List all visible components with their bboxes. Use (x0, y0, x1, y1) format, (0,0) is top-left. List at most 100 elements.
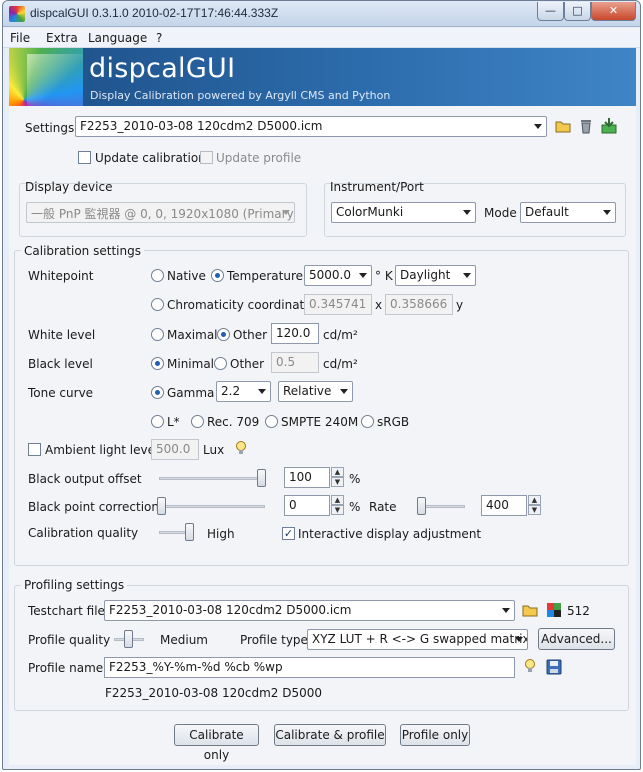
title-bar[interactable]: dispcalGUI 0.3.1.0 2010-02-17T17:46:44.3… (3, 1, 640, 27)
srgb-radio[interactable] (361, 415, 374, 428)
mode-select[interactable]: Default (520, 202, 616, 223)
profile-name-input[interactable]: F2253_%Y-%m-%d %cb %wp (104, 657, 515, 678)
lstar-radio[interactable] (151, 415, 164, 428)
save-icon[interactable] (545, 658, 563, 676)
whitepoint-temperature-radio[interactable] (211, 269, 224, 282)
whitepoint-label: Whitepoint (28, 269, 94, 283)
black-point-correction-spinner[interactable]: ▲ ▼ (331, 495, 344, 516)
rate-input[interactable]: 400 (481, 495, 527, 516)
whitepoint-native-radio[interactable] (151, 269, 164, 282)
profile-quality-thumb[interactable] (124, 630, 133, 648)
profile-type-select[interactable]: XYZ LUT + R <-> G swapped matrix (307, 629, 528, 650)
gamma-select[interactable]: 2.2 (216, 381, 271, 402)
whitepoint-temperature-label: Temperature (227, 269, 304, 283)
gamma-type-select[interactable]: Relative (278, 381, 353, 402)
profile-type-label: Profile type (240, 633, 308, 647)
minimize-button[interactable]: — (537, 2, 564, 21)
instrument-select[interactable]: ColorMunki (331, 202, 476, 223)
black-output-offset-input[interactable]: 100 (284, 467, 330, 488)
menu-help[interactable]: ? (156, 31, 162, 45)
calibration-quality-thumb[interactable] (185, 523, 194, 541)
testchart-label: Testchart file (28, 604, 105, 618)
menu-file[interactable]: File (10, 31, 30, 45)
chromaticity-x-input[interactable]: 0.345741 (304, 294, 372, 315)
update-profile-checkbox[interactable] (200, 151, 213, 164)
smpte-radio[interactable] (265, 415, 278, 428)
black-level-other-label: Other (230, 357, 265, 371)
testchart-patch-count: 512 (567, 604, 590, 618)
black-output-offset-thumb[interactable] (257, 469, 266, 487)
black-output-offset-spinner[interactable]: ▲ ▼ (331, 467, 344, 488)
gamma-type-value: Relative (283, 384, 332, 398)
black-point-correction-thumb[interactable] (157, 497, 166, 515)
profile-only-button[interactable]: Profile only (400, 724, 470, 746)
save-profile-icon[interactable] (600, 117, 618, 135)
black-level-minimal-label: Minimal (167, 357, 215, 371)
white-level-label: White level (28, 328, 96, 342)
rate-thumb[interactable] (417, 497, 426, 515)
temperature-input[interactable]: 5000.0 (304, 265, 372, 286)
profile-type-value: XYZ LUT + R <-> G swapped matrix (312, 632, 528, 646)
testchart-select[interactable]: F2253_2010-03-08 120cdm2 D5000.icm (104, 600, 515, 621)
mode-value: Default (525, 205, 569, 219)
rate-label: Rate (369, 500, 397, 514)
update-calibration-label: Update calibration (95, 151, 206, 165)
rate-spinner[interactable]: ▲ ▼ (528, 495, 541, 516)
white-level-maximal-radio[interactable] (151, 328, 164, 341)
instrument-label: Instrument/Port (330, 180, 424, 194)
srgb-label: sRGB (377, 415, 410, 429)
close-button[interactable]: ✕ (591, 2, 636, 21)
testchart-editor-icon[interactable] (545, 601, 563, 619)
gamma-label: Gamma (167, 386, 215, 400)
header-banner: dispcalGUI Display Calibration powered b… (9, 48, 636, 106)
calibration-quality-value: High (207, 527, 235, 541)
window-title: dispcalGUI 0.3.1.0 2010-02-17T17:46:44.3… (30, 6, 279, 20)
folder-icon[interactable] (554, 117, 572, 135)
profile-name-info-icon[interactable] (523, 658, 537, 674)
temperature-value: 5000.0 (309, 268, 351, 282)
update-calibration-checkbox[interactable] (78, 151, 91, 164)
ambient-label: Ambient light level (45, 443, 159, 457)
maximize-button[interactable]: □ (564, 2, 591, 21)
banner-title: dispcalGUI (89, 53, 236, 84)
banner-subtitle: Display Calibration powered by Argyll CM… (90, 89, 391, 102)
temperature-type-select[interactable]: Daylight (395, 265, 476, 286)
white-level-unit: cd/m² (323, 328, 358, 342)
calibrate-and-profile-button[interactable]: Calibrate & profile (274, 724, 386, 746)
mode-label: Mode (484, 206, 517, 220)
ambient-input[interactable]: 500.0 (151, 439, 199, 460)
smpte-label: SMPTE 240M (281, 415, 359, 429)
temperature-type-value: Daylight (400, 268, 451, 282)
settings-select-value: F2253_2010-03-08 120cdm2 D5000.icm (80, 119, 323, 133)
interactive-adjustment-checkbox[interactable]: ✓ (282, 527, 295, 540)
black-level-other-radio[interactable] (214, 357, 227, 370)
display-device-select[interactable]: 一般 PnP 監視器 @ 0, 0, 1920x1080 (Primary) (26, 202, 295, 223)
black-output-offset-slider[interactable] (159, 477, 265, 480)
advanced-button[interactable]: Advanced... (538, 628, 615, 650)
black-point-correction-slider[interactable] (159, 505, 265, 508)
white-level-other-radio[interactable] (217, 328, 230, 341)
gamma-radio[interactable] (151, 386, 164, 399)
chromaticity-y-input[interactable]: 0.358666 (385, 294, 453, 315)
update-profile-label: Update profile (216, 151, 302, 165)
rec709-radio[interactable] (191, 415, 204, 428)
ambient-checkbox[interactable] (28, 443, 41, 456)
testchart-folder-icon[interactable] (521, 601, 539, 619)
calibration-title: Calibration settings (21, 244, 144, 258)
black-point-correction-input[interactable]: 0 (284, 495, 330, 516)
black-output-offset-label: Black output offset (28, 472, 142, 486)
menu-language[interactable]: Language (88, 31, 147, 45)
calibrate-only-button[interactable]: Calibrate only (174, 724, 259, 762)
menu-extra[interactable]: Extra (46, 31, 78, 45)
black-output-offset-unit: % (349, 472, 361, 486)
black-level-input[interactable]: 0.5 (271, 352, 319, 373)
black-level-minimal-radio[interactable] (151, 357, 164, 370)
trash-icon[interactable] (577, 117, 595, 135)
chromaticity-radio[interactable] (151, 298, 164, 311)
app-icon (9, 6, 25, 22)
profile-name-preview: F2253_2010-03-08 120cdm2 D5000 (105, 686, 323, 700)
settings-select[interactable]: F2253_2010-03-08 120cdm2 D5000.icm (75, 116, 547, 137)
ambient-unit: Lux (203, 443, 225, 457)
white-level-input[interactable]: 120.0 (271, 323, 319, 344)
lightbulb-icon[interactable] (234, 440, 248, 456)
